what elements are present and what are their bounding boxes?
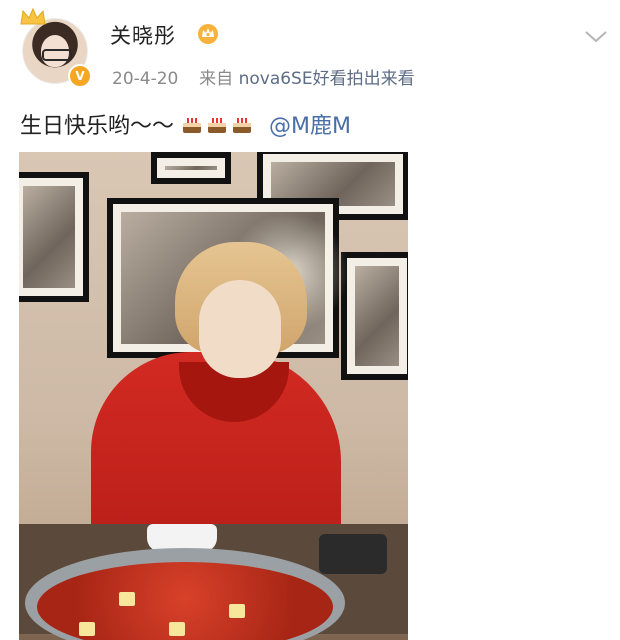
person-face: [199, 280, 281, 378]
cake-icon: [208, 118, 227, 133]
weibo-post: V 关晓彤 20-4-20 来自 nova6SE好看拍出来看 生日快乐哟～～ @…: [0, 0, 620, 640]
post-text: 生日快乐哟～～ @M鹿M: [20, 108, 351, 140]
avatar[interactable]: V: [20, 7, 92, 88]
post-content: 生日快乐哟～～: [20, 114, 175, 139]
chevron-down-icon[interactable]: [582, 26, 610, 46]
wall-frame: [151, 152, 231, 184]
cake-icon: [183, 118, 202, 133]
author-name[interactable]: 关晓彤: [110, 20, 176, 50]
post-date: 20-4-20: [112, 69, 179, 89]
cake-icon: [233, 118, 252, 133]
wall-frame: [341, 252, 408, 380]
mention-link[interactable]: @M鹿M: [269, 114, 351, 139]
post-photo[interactable]: [19, 152, 408, 640]
verified-icon: V: [68, 64, 92, 88]
source-prefix: 来自: [199, 69, 234, 89]
crown-icon: [20, 7, 46, 25]
post-source[interactable]: nova6SE好看拍出来看: [239, 69, 415, 89]
chair: [319, 534, 387, 574]
wall-frame: [19, 172, 89, 302]
post-meta: 20-4-20 来自 nova6SE好看拍出来看: [112, 64, 415, 89]
vip-crown-icon[interactable]: [196, 22, 220, 44]
